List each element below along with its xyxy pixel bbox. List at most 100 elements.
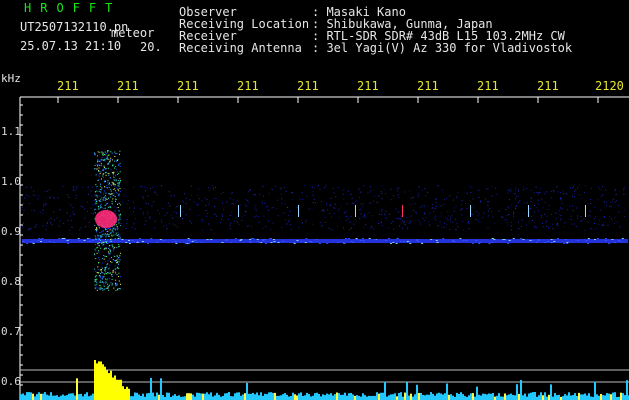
- noise-pixel: [610, 218, 612, 220]
- noise-pixel: [605, 189, 607, 191]
- noise-pixel: [518, 228, 520, 230]
- burst-pixel: [111, 273, 113, 275]
- burst-pixel: [119, 256, 121, 258]
- burst-pixel: [104, 181, 106, 183]
- noise-pixel: [507, 224, 509, 226]
- noise-pixel: [406, 217, 408, 218]
- amplitude-bar: [532, 392, 534, 400]
- noise-pixel: [599, 209, 601, 211]
- noise-pixel: [160, 219, 162, 221]
- burst-pixel: [97, 151, 99, 153]
- burst-pixel: [98, 262, 99, 264]
- noise-pixel: [614, 188, 616, 190]
- burst-pixel: [100, 206, 102, 208]
- noise-pixel: [600, 189, 602, 191]
- burst-pixel: [115, 200, 116, 202]
- noise-pixel: [245, 205, 247, 207]
- noise-pixel: [555, 212, 557, 214]
- burst-pixel: [103, 284, 105, 286]
- amplitude-bar: [38, 392, 40, 400]
- amplitude-bar: [320, 396, 322, 400]
- noise-pixel: [201, 200, 203, 202]
- amplitude-bar: [438, 392, 440, 400]
- amplitude-bar: [84, 394, 86, 400]
- amplitude-bar: [232, 396, 234, 400]
- noise-pixel: [478, 189, 480, 191]
- carrier-pixel: [520, 238, 523, 239]
- noise-pixel: [454, 207, 455, 209]
- burst-pixel: [110, 190, 112, 192]
- burst-pixel: [99, 269, 101, 271]
- noise-pixel: [593, 218, 595, 220]
- burst-pixel: [110, 151, 112, 153]
- noise-pixel: [58, 225, 60, 227]
- noise-pixel: [381, 213, 383, 215]
- burst-pixel: [95, 270, 97, 272]
- carrier-pixel: [416, 240, 419, 241]
- noise-pixel: [142, 197, 144, 199]
- noise-pixel: [87, 186, 89, 188]
- carrier-pixel: [420, 242, 423, 243]
- burst-pixel: [114, 184, 116, 186]
- noise-pixel: [49, 196, 51, 198]
- carrier-pixel: [38, 238, 41, 239]
- noise-pixel: [517, 196, 519, 198]
- noise-pixel: [515, 189, 516, 191]
- noise-pixel: [515, 205, 517, 207]
- burst-pixel: [105, 236, 107, 238]
- amplitude-bar: [72, 393, 74, 400]
- burst-pixel: [101, 157, 103, 159]
- burst-pixel: [101, 197, 103, 198]
- burst-pixel: [109, 253, 111, 255]
- amplitude-bar: [496, 395, 498, 400]
- noise-pixel: [402, 227, 404, 229]
- burst-pixel: [102, 281, 103, 283]
- noise-pixel: [133, 222, 135, 224]
- noise-pixel: [75, 197, 77, 199]
- amplitude-bar: [376, 392, 378, 400]
- burst-pixel: [111, 257, 112, 258]
- carrier-pixel: [617, 240, 620, 241]
- noise-pixel: [234, 220, 236, 222]
- noise-pixel: [76, 185, 78, 187]
- noise-pixel: [489, 208, 491, 210]
- noise-pixel: [508, 199, 510, 201]
- amplitude-bar: [568, 392, 570, 400]
- noise-pixel: [127, 199, 129, 201]
- burst-pixel: [100, 203, 102, 205]
- noise-pixel: [42, 209, 44, 211]
- noise-pixel: [280, 193, 282, 195]
- noise-pixel: [440, 205, 442, 207]
- burst-pixel: [106, 202, 108, 204]
- noise-pixel: [492, 186, 494, 188]
- noise-pixel: [290, 228, 292, 230]
- noise-pixel: [471, 187, 473, 189]
- amplitude-bar: [282, 394, 284, 400]
- amplitude-bar: [68, 393, 70, 400]
- noise-pixel: [526, 188, 528, 190]
- burst-pixel: [102, 272, 104, 274]
- burst-pixel: [114, 179, 115, 181]
- noise-pixel: [457, 192, 459, 193]
- burst-pixel: [117, 241, 119, 243]
- carrier-pixel: [156, 242, 159, 243]
- burst-pixel: [119, 165, 121, 167]
- noise-pixel: [429, 212, 431, 214]
- carrier-pixel: [230, 242, 233, 243]
- amplitude-bar: [506, 395, 508, 400]
- carrier-pixel: [63, 238, 66, 239]
- burst-pixel: [118, 246, 120, 248]
- amplitude-bar: [240, 395, 242, 400]
- noise-pixel: [228, 218, 229, 220]
- amplitude-bar: [370, 396, 372, 400]
- carrier-pixel: [175, 243, 178, 244]
- noise-pixel: [534, 204, 535, 206]
- burst-pixel: [114, 228, 116, 230]
- noise-pixel: [94, 195, 96, 196]
- burst-pixel: [107, 268, 109, 270]
- noise-pixel: [262, 186, 264, 187]
- noise-pixel: [557, 223, 559, 224]
- noise-pixel: [272, 222, 274, 224]
- amplitude-bar: [410, 393, 412, 400]
- burst-pixel: [111, 203, 113, 205]
